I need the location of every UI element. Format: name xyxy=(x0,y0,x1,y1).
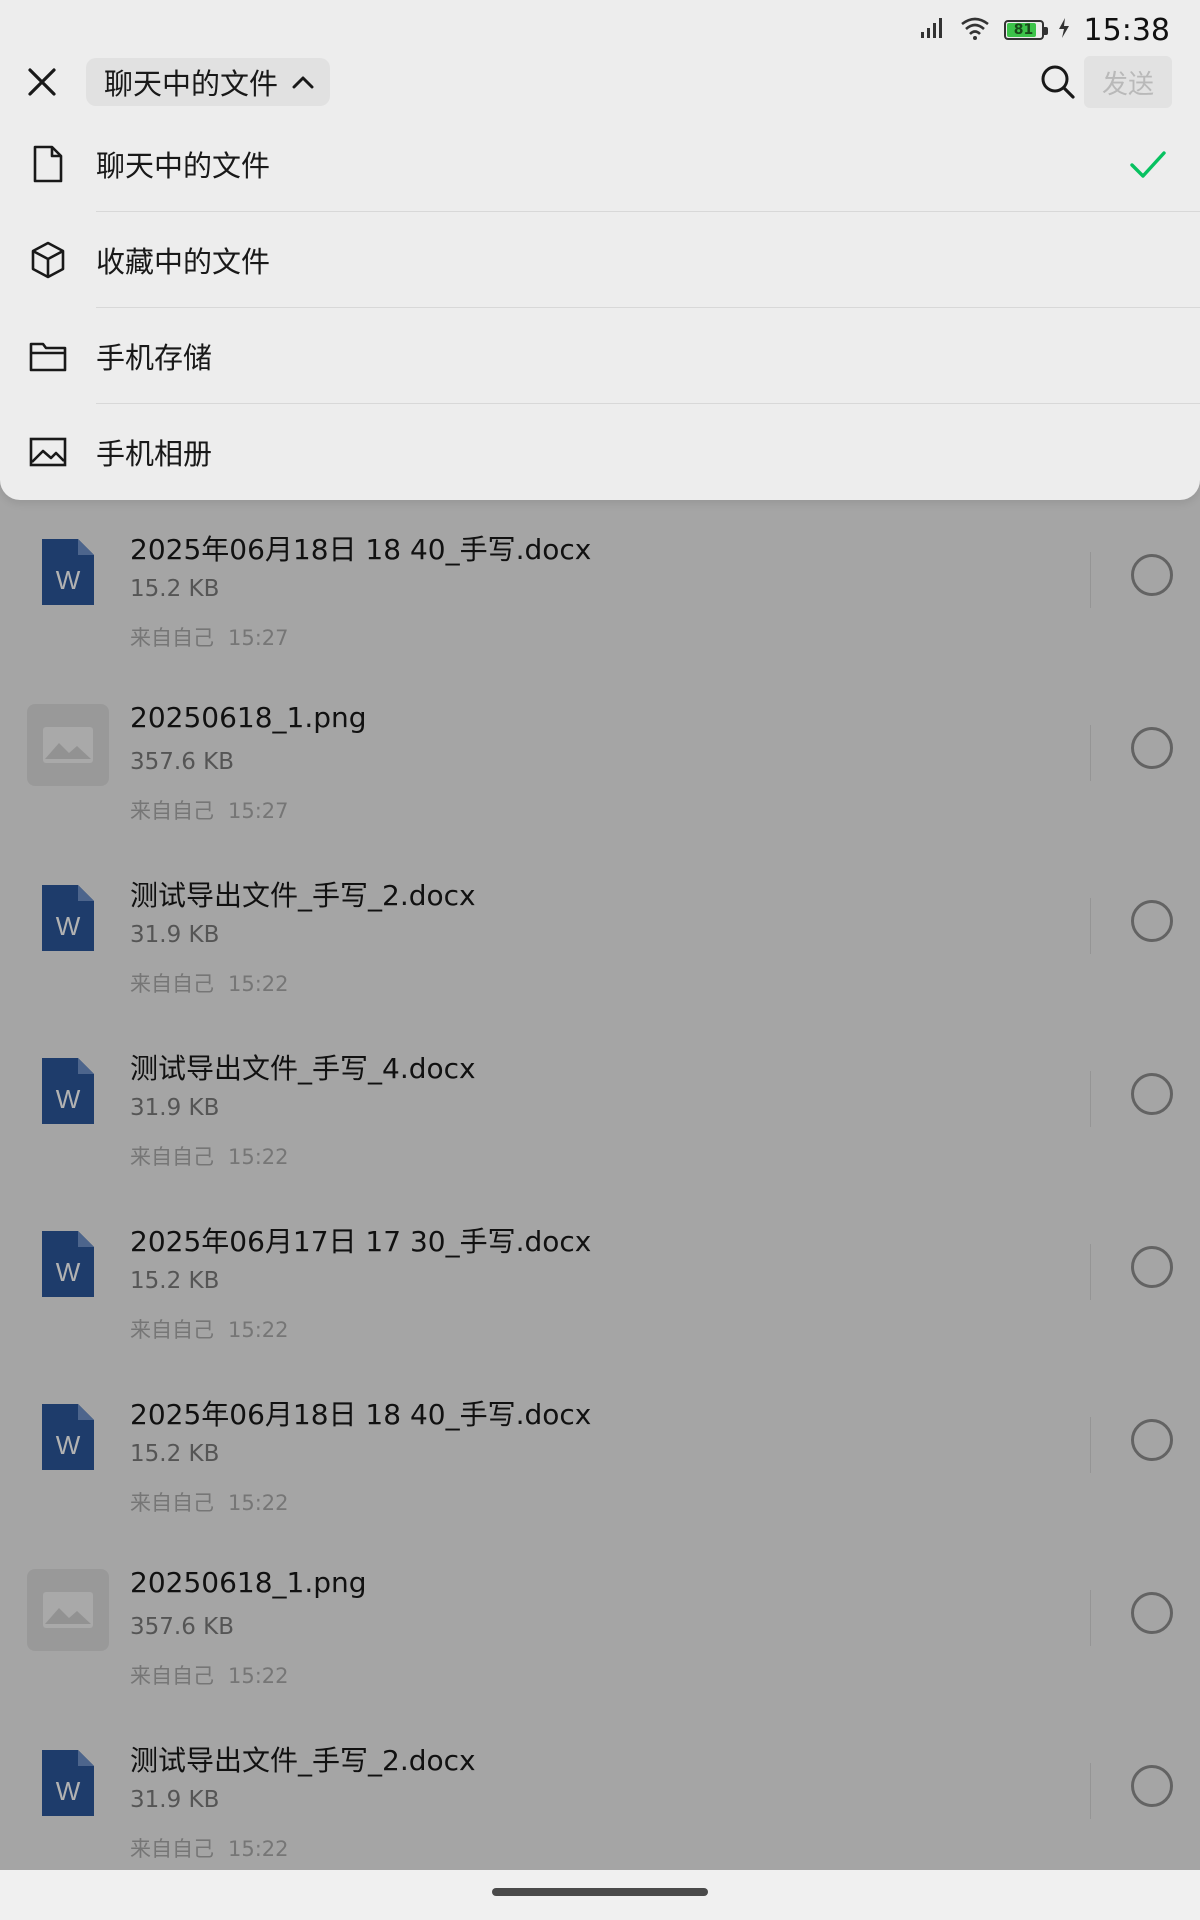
battery-icon: 81 xyxy=(1003,20,1048,40)
source-menu-item-phone-album[interactable]: 手机相册 xyxy=(0,404,1200,500)
search-button[interactable] xyxy=(1036,60,1080,104)
close-icon xyxy=(28,68,56,96)
charging-icon xyxy=(1058,18,1070,42)
chevron-up-icon xyxy=(292,76,314,89)
battery-level: 81 xyxy=(1013,22,1034,38)
dim-overlay[interactable] xyxy=(0,480,1200,1870)
cube-icon xyxy=(28,240,68,280)
source-selector[interactable]: 聊天中的文件 xyxy=(86,58,331,106)
send-button[interactable]: 发送 xyxy=(1084,56,1172,108)
header: 聊天中的文件 发送 xyxy=(0,50,1200,116)
source-menu-item-favorites-files[interactable]: 收藏中的文件 xyxy=(0,212,1200,308)
wifi-icon xyxy=(960,16,990,44)
source-menu-label: 聊天中的文件 xyxy=(96,149,271,183)
source-menu-item-chat-files[interactable]: 聊天中的文件 xyxy=(0,116,1200,212)
folder-icon xyxy=(28,336,68,376)
image-icon xyxy=(28,432,68,472)
source-selector-label: 聊天中的文件 xyxy=(104,67,279,101)
home-indicator[interactable] xyxy=(492,1888,708,1896)
source-menu-label: 收藏中的文件 xyxy=(96,245,271,279)
navigation-bar xyxy=(0,1870,1200,1920)
source-menu: 聊天中的文件 收藏中的文件 手机存储 手机相册 xyxy=(0,116,1200,500)
close-button[interactable] xyxy=(20,60,64,104)
search-icon xyxy=(1041,65,1075,99)
status-icons: 81 15:38 xyxy=(920,10,1170,50)
source-menu-item-phone-storage[interactable]: 手机存储 xyxy=(0,308,1200,404)
signal-icon xyxy=(920,17,946,43)
source-menu-label: 手机相册 xyxy=(96,437,213,471)
file-icon xyxy=(28,144,68,184)
clock: 15:38 xyxy=(1083,12,1170,48)
source-menu-label: 手机存储 xyxy=(96,341,213,375)
checkmark-icon xyxy=(1130,151,1166,178)
